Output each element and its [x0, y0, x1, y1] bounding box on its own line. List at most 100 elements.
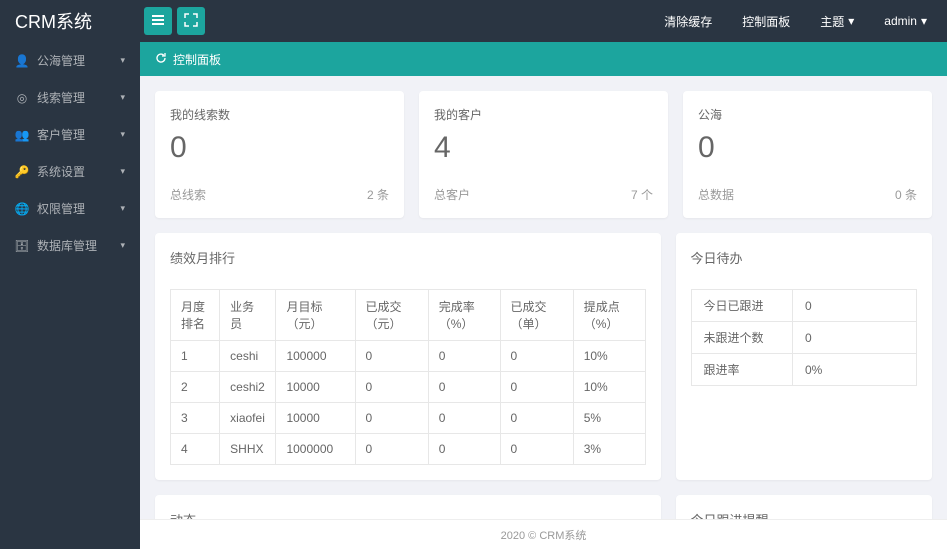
table-row: 2ceshi21000000010%	[171, 372, 646, 403]
chevron-down-icon: ▾	[120, 92, 125, 103]
sidebar-item-label: 公海管理	[37, 52, 85, 69]
chevron-down-icon: ▾	[120, 166, 125, 177]
table-row: 未跟进个数0	[691, 322, 916, 354]
clear-cache-link[interactable]: 清除缓存	[664, 13, 712, 30]
table-row: 3xiaofei100000005%	[171, 403, 646, 434]
table-row: 4SHHX10000000003%	[171, 434, 646, 465]
chevron-down-icon: ▾	[120, 203, 125, 214]
table-row: 1ceshi10000000010%	[171, 341, 646, 372]
stat-panel-leads: 我的线索数 0 总线索 2 条	[155, 91, 404, 218]
stat-foot-left: 总数据	[698, 186, 734, 203]
remind-panel: 今日跟进提醒	[676, 495, 932, 519]
todo-value: 0%	[793, 354, 917, 386]
table-cell: xiaofei	[220, 403, 276, 434]
table-cell: 2	[171, 372, 220, 403]
todo-title: 今日待办	[691, 248, 917, 277]
table-cell: 0	[355, 372, 428, 403]
table-cell: ceshi	[220, 341, 276, 372]
toggle-group	[144, 7, 205, 35]
sidebar-item-database[interactable]: 🗄 数据库管理 ▾	[0, 227, 140, 264]
table-cell: 4	[171, 434, 220, 465]
table-cell: 10000	[276, 403, 355, 434]
table-cell: 10%	[573, 341, 645, 372]
table-cell: 10000	[276, 372, 355, 403]
table-cell: 0	[428, 434, 500, 465]
table-row: 今日已跟进0	[691, 290, 916, 322]
fullscreen-button[interactable]	[177, 7, 205, 35]
sidebar-item-label: 线索管理	[37, 89, 85, 106]
table-cell: 0	[428, 403, 500, 434]
todo-value: 0	[793, 290, 917, 322]
table-cell: 0	[500, 372, 573, 403]
sidebar-item-label: 数据库管理	[37, 237, 97, 254]
header-right: 清除缓存 控制面板 主题 ▾ admin ▾	[664, 13, 947, 30]
table-cell: 0	[500, 403, 573, 434]
stat-panel-public: 公海 0 总数据 0 条	[683, 91, 932, 218]
chevron-down-icon: ▾	[921, 14, 927, 28]
target-icon: ◎	[15, 91, 29, 105]
table-header: 已成交（单）	[500, 290, 573, 341]
stat-foot-right: 7 个	[631, 186, 653, 203]
theme-label: 主题	[820, 13, 844, 30]
todo-key: 未跟进个数	[691, 322, 792, 354]
stat-foot-left: 总线索	[170, 186, 206, 203]
breadcrumb-title: 控制面板	[173, 51, 221, 68]
table-cell: 0	[355, 434, 428, 465]
footer: 2020 © CRM系统	[140, 519, 947, 549]
sidebar-item-leads[interactable]: ◎ 线索管理 ▾	[0, 79, 140, 116]
table-header: 提成点（%）	[573, 290, 645, 341]
table-header: 月目标（元）	[276, 290, 355, 341]
sidebar-item-label: 权限管理	[37, 200, 85, 217]
rank-title: 绩效月排行	[170, 248, 646, 277]
user-dropdown[interactable]: admin ▾	[884, 14, 927, 28]
header: CRM系统 清除缓存 控制面板 主题 ▾ admin ▾	[0, 0, 947, 42]
database-icon: 🗄	[15, 239, 29, 253]
stat-title: 我的线索数	[170, 106, 389, 123]
sidebar: 👤 公海管理 ▾ ◎ 线索管理 ▾ 👥 客户管理 ▾ 🔑 系统设置 ▾ 🌐 权限…	[0, 42, 140, 549]
table-cell: 0	[355, 341, 428, 372]
todo-key: 跟进率	[691, 354, 792, 386]
refresh-icon	[155, 52, 167, 67]
table-cell: SHHX	[220, 434, 276, 465]
expand-icon	[184, 13, 198, 30]
table-header: 月度排名	[171, 290, 220, 341]
sidebar-item-label: 系统设置	[37, 163, 85, 180]
stat-panel-customers: 我的客户 4 总客户 7 个	[419, 91, 668, 218]
table-cell: 1000000	[276, 434, 355, 465]
stat-foot-left: 总客户	[434, 186, 470, 203]
table-header: 业务员	[220, 290, 276, 341]
table-cell: 0	[500, 341, 573, 372]
stat-title: 我的客户	[434, 106, 653, 123]
table-cell: 3	[171, 403, 220, 434]
dashboard-link[interactable]: 控制面板	[742, 13, 790, 30]
sidebar-item-customers[interactable]: 👥 客户管理 ▾	[0, 116, 140, 153]
stat-foot-right: 2 条	[367, 186, 389, 203]
menu-icon	[151, 13, 165, 30]
table-cell: 100000	[276, 341, 355, 372]
table-header: 已成交（元）	[355, 290, 428, 341]
table-cell: 10%	[573, 372, 645, 403]
theme-dropdown[interactable]: 主题 ▾	[820, 13, 854, 30]
key-icon: 🔑	[15, 165, 29, 179]
todo-key: 今日已跟进	[691, 290, 792, 322]
todo-value: 0	[793, 322, 917, 354]
rank-table: 月度排名业务员月目标（元）已成交（元）完成率（%）已成交（单）提成点（%） 1c…	[170, 289, 646, 465]
stat-foot-right: 0 条	[895, 186, 917, 203]
todo-table: 今日已跟进0未跟进个数0跟进率0%	[691, 289, 917, 386]
trends-panel: 动态 admin 跟进 跟进记录： 跟进时间：2021-07-07 16:46:…	[155, 495, 661, 519]
brand: CRM系统	[0, 8, 140, 34]
menu-toggle-button[interactable]	[144, 7, 172, 35]
sidebar-item-public[interactable]: 👤 公海管理 ▾	[0, 42, 140, 79]
table-row: 跟进率0%	[691, 354, 916, 386]
sidebar-item-settings[interactable]: 🔑 系统设置 ▾	[0, 153, 140, 190]
chevron-down-icon: ▾	[120, 240, 125, 251]
table-cell: 0	[355, 403, 428, 434]
table-cell: ceshi2	[220, 372, 276, 403]
chevron-down-icon: ▾	[120, 129, 125, 140]
sidebar-item-permissions[interactable]: 🌐 权限管理 ▾	[0, 190, 140, 227]
remind-title: 今日跟进提醒	[691, 510, 917, 519]
table-cell: 3%	[573, 434, 645, 465]
stat-title: 公海	[698, 106, 917, 123]
users-icon: 👥	[15, 128, 29, 142]
table-cell: 0	[428, 341, 500, 372]
